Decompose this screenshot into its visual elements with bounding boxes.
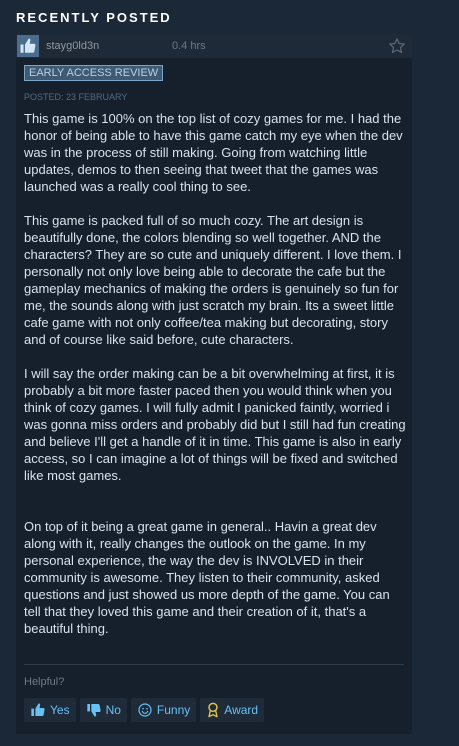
author-name[interactable]: stayg0ld3n — [46, 40, 172, 52]
smiley-icon — [137, 702, 153, 718]
review-paragraph: On top of it being a great game in gener… — [24, 519, 390, 636]
posted-date: POSTED: 23 FEBRUARY — [24, 92, 128, 102]
thumbs-down-icon — [86, 702, 102, 718]
review-paragraph: This game is packed full of so much cozy… — [24, 213, 402, 347]
early-access-badge: EARLY ACCESS REVIEW — [24, 65, 164, 81]
award-label: Award — [224, 703, 259, 717]
thumbs-up-icon — [30, 702, 46, 718]
review-body: This game is 100% on the top list of coz… — [24, 110, 406, 637]
section-title: RECENTLY POSTED — [16, 10, 172, 25]
star-icon[interactable] — [388, 37, 406, 55]
divider — [24, 664, 404, 665]
award-button[interactable]: Award — [200, 698, 265, 722]
helpful-label: Helpful? — [24, 676, 65, 688]
vote-yes-button[interactable]: Yes — [24, 698, 76, 722]
review-paragraph: I will say the order making can be a bit… — [24, 366, 406, 483]
playtime-hours: 0.4 hrs — [172, 40, 206, 52]
award-icon — [206, 702, 220, 718]
vote-no-label: No — [105, 703, 121, 717]
recommended-thumb-icon — [17, 35, 39, 57]
vote-funny-button[interactable]: Funny — [130, 698, 197, 722]
author-bar: stayg0ld3n 0.4 hrs — [16, 34, 412, 58]
vote-yes-label: Yes — [50, 703, 70, 717]
vote-funny-label: Funny — [156, 703, 191, 717]
review-paragraph: This game is 100% on the top list of coz… — [24, 111, 403, 194]
review-card: stayg0ld3n 0.4 hrs EARLY ACCESS REVIEW P… — [16, 34, 412, 734]
vote-no-button[interactable]: No — [79, 698, 127, 722]
vote-row: Yes No Funny Award — [24, 698, 265, 722]
